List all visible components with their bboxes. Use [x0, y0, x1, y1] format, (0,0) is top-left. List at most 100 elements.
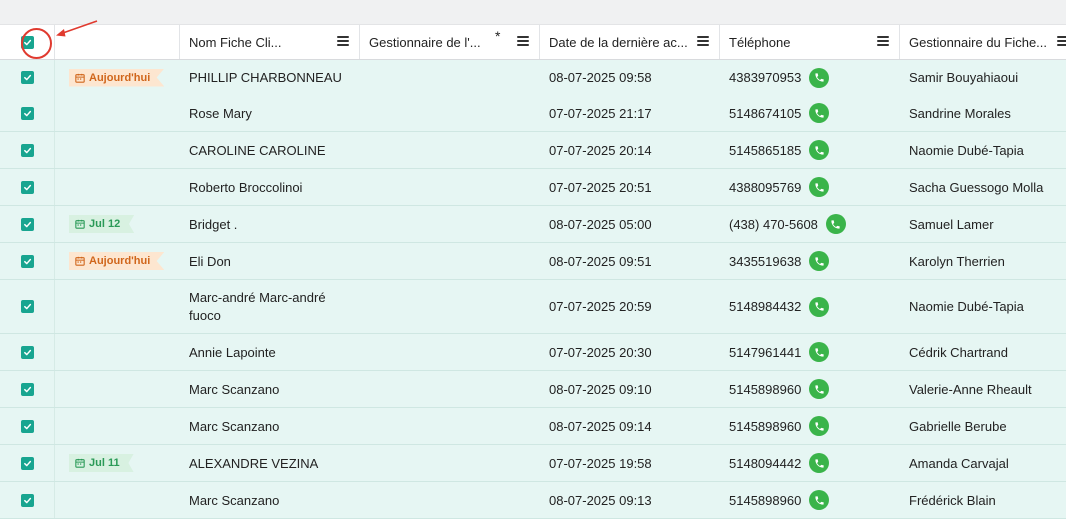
followup-tag[interactable]: Aujourd'hui: [69, 252, 165, 270]
table-row[interactable]: Aujourd'hui Eli Don 08-07-2025 09:51 343551…: [0, 243, 1066, 280]
header-name-label: Nom Fiche Cli...: [189, 34, 282, 50]
row-name[interactable]: Roberto Broccolinoi: [189, 169, 302, 205]
row-name[interactable]: Marc Scanzano: [189, 482, 279, 518]
date-column-menu-icon[interactable]: [697, 36, 709, 46]
row-phone[interactable]: 4383970953: [729, 70, 801, 85]
row-phone[interactable]: 5148674105: [729, 106, 801, 121]
header-name-column[interactable]: Nom Fiche Cli...: [180, 25, 360, 59]
row-phone[interactable]: 5145898960: [729, 382, 801, 397]
row-checkbox[interactable]: [21, 254, 34, 268]
owner-column-menu-icon[interactable]: [1057, 36, 1066, 46]
row-phone[interactable]: 4388095769: [729, 180, 801, 195]
row-checkbox-cell[interactable]: [0, 445, 55, 481]
table-row[interactable]: Marc-andré Marc-andré fuoco 07-07-2025 20…: [0, 280, 1066, 334]
row-name[interactable]: Eli Don: [189, 243, 231, 279]
row-checkbox-cell[interactable]: [0, 169, 55, 205]
header-manager-label: Gestionnaire de l'...: [369, 34, 481, 50]
required-marker: *: [495, 28, 501, 44]
header-owner-column[interactable]: Gestionnaire du Fiche...: [900, 25, 1066, 59]
row-checkbox-cell[interactable]: [0, 408, 55, 444]
table-row[interactable]: Marc Scanzano 08-07-2025 09:13 5145898960 F…: [0, 482, 1066, 519]
call-phone-icon[interactable]: [809, 490, 830, 510]
row-owner: Sacha Guessogo Molla: [909, 179, 1044, 195]
row-checkbox[interactable]: [21, 300, 34, 313]
row-checkbox[interactable]: [21, 493, 34, 507]
call-phone-icon[interactable]: [809, 140, 830, 160]
row-phone[interactable]: 5145898960: [729, 419, 801, 434]
row-checkbox[interactable]: [21, 71, 34, 84]
row-phone[interactable]: 5145865185: [729, 143, 801, 158]
row-phone[interactable]: 5147961441: [729, 345, 801, 360]
table-row[interactable]: Marc Scanzano 08-07-2025 09:10 5145898960 V…: [0, 371, 1066, 408]
row-phone[interactable]: 3435519638: [729, 254, 801, 269]
call-phone-icon[interactable]: [809, 379, 830, 399]
row-last-activity-date: 07-07-2025 19:58: [549, 455, 652, 471]
row-owner: Samir Bouyahiaoui: [909, 70, 1019, 85]
row-owner: Cédrik Chartrand: [909, 344, 1008, 360]
table-row[interactable]: Roberto Broccolinoi 07-07-2025 20:51 43880…: [0, 169, 1066, 206]
row-checkbox[interactable]: [21, 419, 34, 433]
row-name[interactable]: CAROLINE CAROLINE: [189, 132, 326, 168]
header-phone-label: Téléphone: [729, 34, 791, 50]
followup-tag[interactable]: Jul 11: [69, 454, 134, 472]
row-owner: Naomie Dubé-Tapia: [909, 142, 1024, 158]
row-checkbox[interactable]: [21, 345, 34, 359]
call-phone-icon[interactable]: [809, 296, 830, 317]
call-phone-icon[interactable]: [809, 67, 830, 88]
row-checkbox-cell[interactable]: [0, 206, 55, 242]
row-name[interactable]: Marc Scanzano: [189, 371, 279, 407]
followup-tag[interactable]: Aujourd'hui: [69, 68, 165, 87]
row-last-activity-date: 07-07-2025 20:59: [549, 299, 652, 314]
row-checkbox-cell[interactable]: [0, 132, 55, 168]
row-name[interactable]: Bridget .: [189, 206, 237, 242]
row-checkbox[interactable]: [21, 217, 34, 231]
row-checkbox-cell[interactable]: [0, 371, 55, 407]
table-row[interactable]: Aujourd'hui PHILLIP CHARBONNEAU 08-07-2025…: [0, 60, 1066, 96]
row-last-activity-date: 07-07-2025 20:51: [549, 179, 652, 195]
table-row[interactable]: Rose Mary 07-07-2025 21:17 5148674105 Sandr…: [0, 95, 1066, 132]
row-phone[interactable]: 5148984432: [729, 299, 801, 314]
row-phone[interactable]: 5148094442: [729, 456, 801, 471]
call-phone-icon[interactable]: [809, 177, 830, 197]
row-name[interactable]: Annie Lapointe: [189, 334, 276, 370]
call-phone-icon[interactable]: [809, 416, 830, 436]
manager-column-menu-icon[interactable]: [517, 36, 529, 46]
row-phone[interactable]: (438) 470-5608: [729, 217, 818, 232]
row-name[interactable]: ALEXANDRE VEZINA: [189, 445, 318, 481]
row-checkbox-cell[interactable]: [0, 334, 55, 370]
row-checkbox-cell[interactable]: [0, 280, 55, 333]
table-row[interactable]: Jul 11 ALEXANDRE VEZINA 07-07-2025 19:58 51…: [0, 445, 1066, 482]
row-name[interactable]: Rose Mary: [189, 95, 252, 131]
header-date-column[interactable]: Date de la dernière ac...: [540, 25, 720, 59]
row-checkbox-cell[interactable]: [0, 482, 55, 518]
header-manager-column[interactable]: Gestionnaire de l'... *: [360, 25, 540, 59]
row-checkbox-cell[interactable]: [0, 243, 55, 279]
table-row[interactable]: Annie Lapointe 07-07-2025 20:30 5147961441…: [0, 334, 1066, 371]
call-phone-icon[interactable]: [809, 342, 830, 362]
call-phone-icon[interactable]: [809, 103, 830, 123]
row-name[interactable]: Marc Scanzano: [189, 408, 279, 444]
annotation-arrow-icon: [56, 20, 98, 37]
name-column-menu-icon[interactable]: [337, 36, 349, 46]
header-phone-column[interactable]: Téléphone: [720, 25, 900, 59]
row-phone[interactable]: 5145898960: [729, 493, 801, 508]
followup-tag[interactable]: Jul 12: [69, 215, 135, 233]
row-checkbox[interactable]: [21, 180, 34, 194]
row-name[interactable]: Marc-andré Marc-andré fuoco: [189, 280, 349, 333]
row-name[interactable]: PHILLIP CHARBONNEAU: [189, 60, 342, 95]
table-row[interactable]: Marc Scanzano 08-07-2025 09:14 5145898960 G…: [0, 408, 1066, 445]
row-checkbox[interactable]: [21, 143, 34, 157]
phone-column-menu-icon[interactable]: [877, 36, 889, 46]
row-checkbox-cell[interactable]: [0, 95, 55, 131]
header-date-label: Date de la dernière ac...: [549, 34, 688, 50]
row-phone-cell: 5145898960: [729, 371, 830, 407]
call-phone-icon[interactable]: [809, 453, 830, 473]
row-checkbox-cell[interactable]: [0, 60, 55, 95]
row-checkbox[interactable]: [21, 382, 34, 396]
table-row[interactable]: CAROLINE CAROLINE 07-07-2025 20:14 5145865…: [0, 132, 1066, 169]
table-row[interactable]: Jul 12 Bridget . 08-07-2025 05:00 (438) 470…: [0, 206, 1066, 243]
call-phone-icon[interactable]: [809, 251, 830, 271]
call-phone-icon[interactable]: [825, 214, 846, 234]
row-checkbox[interactable]: [21, 456, 34, 470]
row-checkbox[interactable]: [21, 106, 34, 120]
